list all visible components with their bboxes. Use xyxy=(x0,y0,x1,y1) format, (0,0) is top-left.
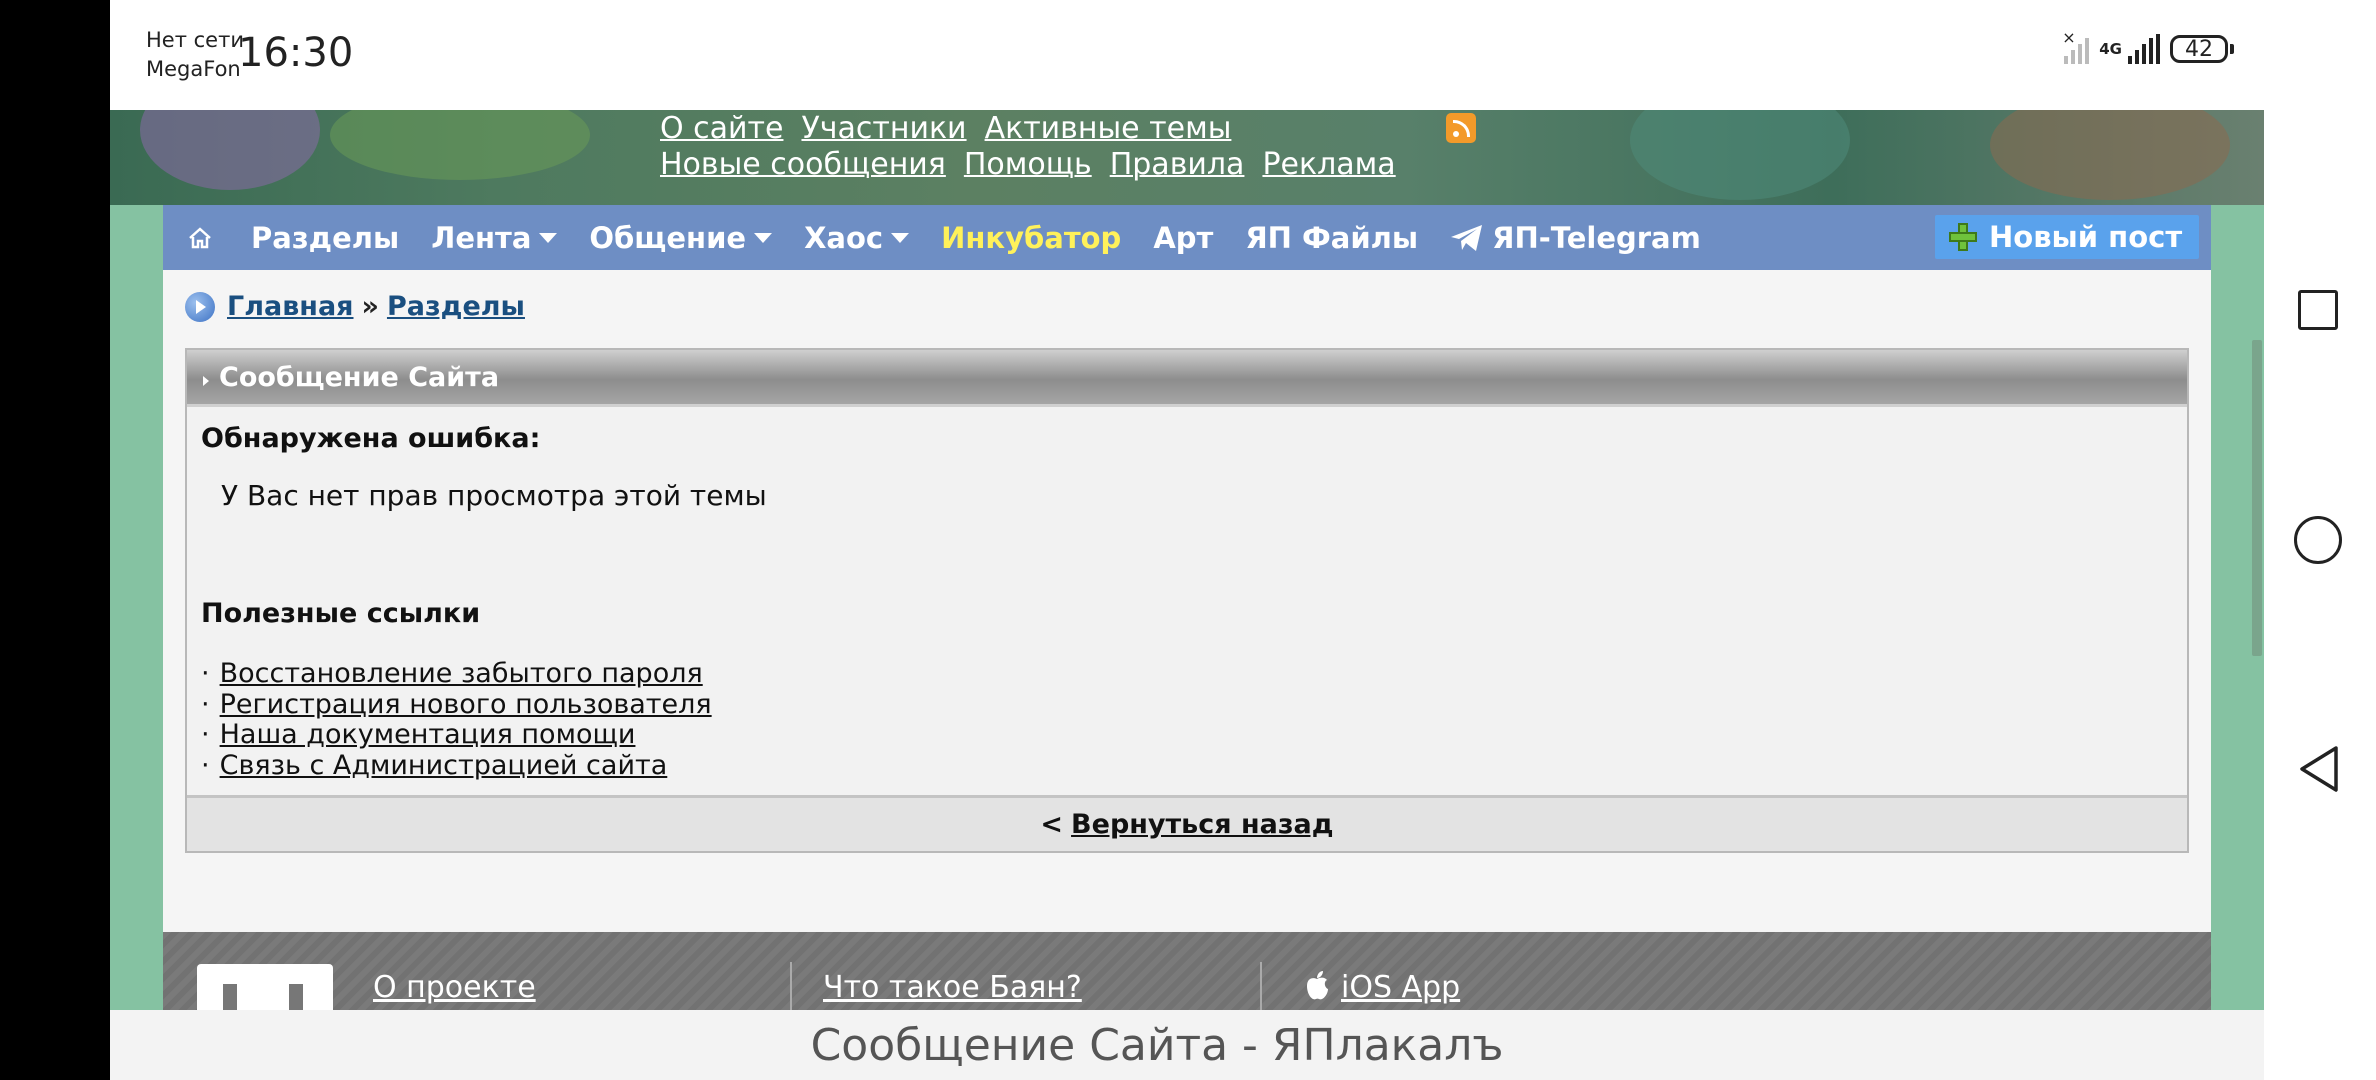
banner-decoration xyxy=(330,110,590,180)
web-page: О сайте Участники Активные темы Новые со… xyxy=(110,110,2264,1010)
system-navigation xyxy=(2264,0,2376,1080)
nav-bar: Разделы Лента Общение Хаос Инкубатор Арт… xyxy=(163,205,2211,270)
nav-incubator[interactable]: Инкубатор xyxy=(941,221,1121,255)
plus-icon xyxy=(1949,223,1977,251)
nav-files[interactable]: ЯП Файлы xyxy=(1245,221,1418,255)
play-icon xyxy=(185,291,215,322)
page-title: Сообщение Сайта - ЯПлакалъ xyxy=(810,1019,1504,1071)
footer-link-about[interactable]: О проекте xyxy=(373,970,536,1005)
link-contact-admin[interactable]: Связь с Администрацией сайта xyxy=(220,750,668,781)
browser-title-bar: Сообщение Сайта - ЯПлакалъ xyxy=(110,1010,2264,1080)
scrollbar[interactable] xyxy=(2252,340,2262,656)
header-link-about[interactable]: О сайте xyxy=(660,111,783,146)
nav-communication[interactable]: Общение xyxy=(589,220,773,255)
new-post-button[interactable]: Новый пост xyxy=(1935,215,2199,259)
list-item: · Наша документация помощи xyxy=(201,719,636,750)
back-prefix: < xyxy=(1040,809,1064,840)
nav-sections[interactable]: Разделы xyxy=(251,221,399,255)
status-icons: × 4G 42 xyxy=(2062,28,2234,64)
nav-art[interactable]: Арт xyxy=(1153,221,1213,255)
carrier-line-2: MegaFon xyxy=(146,57,241,81)
clock: 16:30 xyxy=(238,30,354,76)
new-post-label: Новый пост xyxy=(1989,220,2183,254)
header-links-row-1: О сайте Участники Активные темы xyxy=(660,110,1396,146)
error-title: Обнаружена ошибка: xyxy=(201,423,541,454)
nav-chaos-label: Хаос xyxy=(804,220,884,255)
nav-telegram-label: ЯП-Telegram xyxy=(1492,220,1701,255)
header-links-row-2: Новые сообщения Помощь Правила Реклама xyxy=(660,146,1396,182)
chevron-down-icon xyxy=(539,232,558,243)
site-message-box: Сообщение Сайта Обнаружена ошибка: У Вас… xyxy=(185,348,2189,853)
link-register[interactable]: Регистрация нового пользователя xyxy=(220,689,712,720)
header-link-help[interactable]: Помощь xyxy=(964,147,1092,182)
nav-art-label: Арт xyxy=(1153,220,1214,255)
header-link-ads[interactable]: Реклама xyxy=(1262,147,1395,182)
nav-telegram[interactable]: ЯП-Telegram xyxy=(1450,221,1701,255)
error-text: У Вас нет прав просмотра этой темы xyxy=(221,479,767,512)
battery-icon: 42 xyxy=(2170,35,2228,63)
useful-links-title: Полезные ссылки xyxy=(201,598,481,629)
list-item: · Связь с Администрацией сайта xyxy=(201,749,668,781)
signal-icon xyxy=(2128,34,2160,64)
link-restore-password[interactable]: Восстановление забытого пароля xyxy=(220,658,703,689)
status-bar: Нет сети MegaFon 16:30 × 4G 42 xyxy=(110,0,2264,110)
banner-decoration xyxy=(1630,110,1850,200)
link-help-docs[interactable]: Наша документация помощи xyxy=(220,719,636,750)
chevron-down-icon xyxy=(754,232,773,243)
back-button[interactable] xyxy=(2296,744,2342,794)
home-button[interactable] xyxy=(2294,516,2342,564)
breadcrumb-separator: » xyxy=(361,291,379,322)
rss-icon[interactable] xyxy=(1446,113,1476,143)
footer-divider xyxy=(790,962,792,1010)
useful-links-list: · Восстановление забытого пароля · Регистр… xyxy=(201,658,712,781)
banner-decoration xyxy=(1990,110,2230,200)
header-links: О сайте Участники Активные темы Новые со… xyxy=(660,110,1396,182)
header-link-rules[interactable]: Правила xyxy=(1110,147,1245,182)
nav-sections-label: Разделы xyxy=(251,220,400,255)
breadcrumb-sections[interactable]: Разделы xyxy=(387,291,525,322)
main-content: Разделы Лента Общение Хаос Инкубатор Арт… xyxy=(163,205,2211,1010)
carrier-line-1: Нет сети xyxy=(146,28,244,52)
telegram-icon xyxy=(1451,224,1483,251)
back-row: < Вернуться назад xyxy=(187,795,2187,851)
carrier-info: Нет сети MegaFon xyxy=(146,26,244,84)
phone-screen: Нет сети MegaFon 16:30 × 4G 42 О сайте У… xyxy=(110,0,2264,1080)
nav-feed-label: Лента xyxy=(431,220,532,255)
header-link-new-posts[interactable]: Новые сообщения xyxy=(660,147,946,182)
breadcrumb-home[interactable]: Главная xyxy=(227,291,354,322)
breadcrumb: Главная » Разделы xyxy=(185,291,525,322)
nav-feed[interactable]: Лента xyxy=(431,220,558,255)
banner-decoration xyxy=(140,110,320,190)
apple-icon xyxy=(1307,971,1328,1000)
header-banner: О сайте Участники Активные темы Новые со… xyxy=(110,110,2264,205)
battery-tip xyxy=(2230,44,2234,54)
message-header-title: Сообщение Сайта xyxy=(219,361,500,393)
battery-level: 42 xyxy=(2185,36,2213,62)
triangle-right-icon xyxy=(203,376,209,386)
home-icon[interactable] xyxy=(187,226,213,250)
footer-logo[interactable] xyxy=(197,964,333,1010)
header-link-members[interactable]: Участники xyxy=(801,111,966,146)
list-item: · Восстановление забытого пароля xyxy=(201,658,703,689)
footer-link-ios-app[interactable]: iOS App xyxy=(1341,970,1460,1005)
network-type: 4G xyxy=(2099,40,2122,58)
message-header: Сообщение Сайта xyxy=(187,350,2187,407)
footer-divider xyxy=(1260,962,1262,1010)
list-item: · Регистрация нового пользователя xyxy=(201,688,712,720)
nav-chaos[interactable]: Хаос xyxy=(804,220,910,255)
no-signal-icon: × xyxy=(2062,28,2090,64)
header-link-active-topics[interactable]: Активные темы xyxy=(985,111,1232,146)
back-link[interactable]: Вернуться назад xyxy=(1071,809,1334,840)
footer: О проекте Что такое Баян? iOS App xyxy=(163,932,2211,1010)
chevron-down-icon xyxy=(891,232,910,243)
nav-communication-label: Общение xyxy=(589,220,747,255)
recent-apps-button[interactable] xyxy=(2298,290,2338,330)
nav-incubator-label: Инкубатор xyxy=(941,220,1122,255)
footer-link-bayan[interactable]: Что такое Баян? xyxy=(823,970,1082,1005)
nav-files-label: ЯП Файлы xyxy=(1245,220,1419,255)
